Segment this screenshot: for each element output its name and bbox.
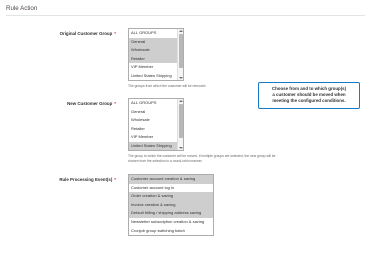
option-invoice-creation[interactable]: Invoice creation & saving [129,200,213,210]
original-group-multiselect[interactable]: ALL GROUPS General Wholesale Retailer VI… [128,28,184,81]
option-retailer[interactable]: Retailer [129,125,177,134]
section-divider [6,15,365,16]
scrollbar-thumb[interactable] [179,34,183,68]
scroll-up-icon[interactable] [179,100,183,102]
option-all-groups[interactable]: ALL GROUPS [129,29,177,38]
option-wholesale[interactable]: Wholesale [129,46,177,55]
required-mark: * [114,177,116,182]
option-united-states-shipping[interactable]: United States Shipping [129,141,177,150]
scrollbar-thumb[interactable] [179,104,183,138]
scroll-up-icon[interactable] [179,30,183,32]
option-retailer[interactable]: Retailer [129,54,177,64]
option-wholesale[interactable]: Wholesale [129,116,177,125]
events-label: Rule Processing Event(s) * [6,177,116,182]
option-newsletter-subscription[interactable]: Newsletter subscription creation & savin… [129,218,213,227]
events-label-text: Rule Processing Event(s) [59,177,113,182]
tooltip-line-3: meeting the configured conditions. [272,97,346,103]
tooltip-line-1: Choose from and to which group(s) [271,86,347,91]
original-group-label: Original Customer Group * [6,31,116,36]
new-group-options: ALL GROUPS General Wholesale Retailer VI… [129,99,177,150]
scroll-down-icon[interactable] [179,147,183,149]
required-mark: * [114,31,116,36]
new-group-note-line-2: chosen from the selection in a round-rob… [128,158,203,163]
new-group-note: The group to which the customer will be … [128,154,328,163]
option-customer-account-login[interactable]: Customer account log in [129,184,213,193]
option-general[interactable]: General [129,108,177,117]
new-group-scrollbar[interactable] [177,99,183,150]
required-mark: * [114,101,116,106]
scroll-down-icon[interactable] [179,77,183,79]
option-default-address-saving[interactable]: Default billing / shipping address savin… [129,209,213,218]
option-order-creation[interactable]: Order creation & saving [129,192,213,201]
original-group-label-text: Original Customer Group [59,31,113,36]
new-group-label: New Customer Group * [6,101,116,106]
tooltip-line-2: a customer should be moved when [272,91,346,97]
option-vip-member[interactable]: VIP Member [129,63,177,72]
section-title: Rule Action [6,5,38,12]
events-options: Customer account creation & saving Custo… [129,175,213,235]
option-general[interactable]: General [129,37,177,47]
option-united-states-shipping[interactable]: United States Shipping [129,72,177,80]
original-group-options: ALL GROUPS General Wholesale Retailer VI… [129,29,177,80]
option-vip-member[interactable]: VIP Member [129,133,177,142]
new-group-label-text: New Customer Group [67,101,113,106]
new-group-multiselect[interactable]: ALL GROUPS General Wholesale Retailer VI… [128,98,184,151]
original-group-scrollbar[interactable] [177,29,183,80]
help-tooltip: Choose from and to which group(s) a cust… [258,82,360,109]
original-group-note: The groups from which the customer will … [128,84,207,88]
events-multiselect[interactable]: Customer account creation & saving Custo… [128,174,214,236]
option-all-groups[interactable]: ALL GROUPS [129,99,177,108]
option-cronjob-batch[interactable]: Cronjob group switching batch [129,227,213,235]
option-customer-account-creation[interactable]: Customer account creation & saving [129,175,213,184]
